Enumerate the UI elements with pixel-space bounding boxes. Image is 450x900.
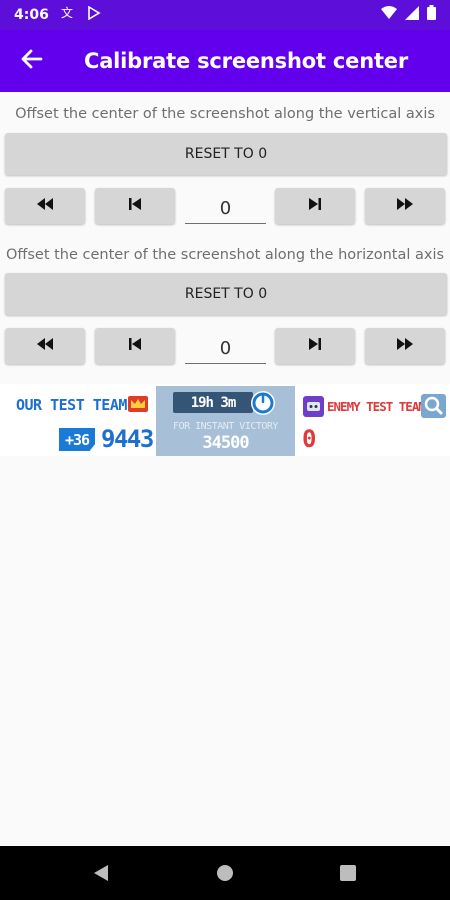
enemy-team-name: ENEMY TEST TEAM	[327, 399, 426, 414]
search-icon[interactable]	[421, 394, 446, 418]
vertical-offset-field[interactable]: 0	[185, 188, 266, 224]
app-bar: Calibrate screenshot center	[0, 30, 450, 92]
vertical-fast-rewind-button[interactable]	[5, 188, 85, 224]
vertical-skip-next-button[interactable]	[275, 188, 355, 224]
crown-icon	[128, 396, 148, 412]
system-nav-bar	[0, 846, 450, 900]
arrow-back-icon	[21, 49, 43, 74]
horizontal-skip-previous-button[interactable]	[95, 328, 175, 364]
vertical-skip-previous-button[interactable]	[95, 188, 175, 224]
svg-text:文: 文	[61, 5, 73, 20]
skip-next-icon	[307, 197, 323, 216]
vertical-reset-button[interactable]: RESET TO 0	[5, 133, 447, 175]
horizontal-caption: Offset the center of the screenshot alon…	[5, 247, 445, 263]
vertical-fast-forward-button[interactable]	[365, 188, 445, 224]
victory-value: 34500	[202, 433, 249, 453]
fast-forward-icon	[395, 337, 415, 356]
page-title: Calibrate screenshot center	[84, 49, 408, 73]
fast-forward-icon	[395, 197, 415, 216]
signal-icon	[405, 5, 419, 25]
status-time: 4:06	[14, 7, 49, 23]
horizontal-fast-rewind-button[interactable]	[5, 328, 85, 364]
horizontal-offset-field[interactable]: 0	[185, 328, 266, 364]
translate-icon: 文	[61, 5, 77, 26]
victory-label: FOR INSTANT VICTORY	[173, 421, 278, 432]
play-store-icon	[87, 5, 101, 25]
wifi-icon	[381, 5, 397, 25]
enemy-team-icon	[303, 396, 324, 417]
vertical-caption: Offset the center of the screenshot alon…	[15, 106, 435, 122]
fast-rewind-icon	[35, 197, 55, 216]
bonus-badge: +36	[59, 428, 95, 451]
victory-panel: 19h 3m FOR INSTANT VICTORY 34500	[156, 386, 295, 456]
skip-next-icon	[307, 337, 323, 356]
timer-label: 19h 3m	[173, 392, 253, 413]
home-circle-icon[interactable]	[216, 864, 234, 887]
horizontal-reset-button[interactable]: RESET TO 0	[5, 273, 447, 315]
fast-rewind-icon	[35, 337, 55, 356]
skip-previous-icon	[127, 197, 143, 216]
back-button[interactable]	[0, 30, 64, 92]
status-bar: 4:06 文	[0, 0, 450, 30]
enemy-team-score: 0	[302, 425, 317, 453]
our-team-score: 9443	[101, 425, 154, 453]
timer-icon	[249, 389, 277, 417]
battery-icon	[427, 5, 436, 25]
back-triangle-icon[interactable]	[92, 864, 110, 887]
our-team-name: OUR TEST TEAM	[16, 396, 127, 414]
horizontal-fast-forward-button[interactable]	[365, 328, 445, 364]
recents-square-icon[interactable]	[340, 865, 356, 886]
skip-previous-icon	[127, 337, 143, 356]
horizontal-skip-next-button[interactable]	[275, 328, 355, 364]
